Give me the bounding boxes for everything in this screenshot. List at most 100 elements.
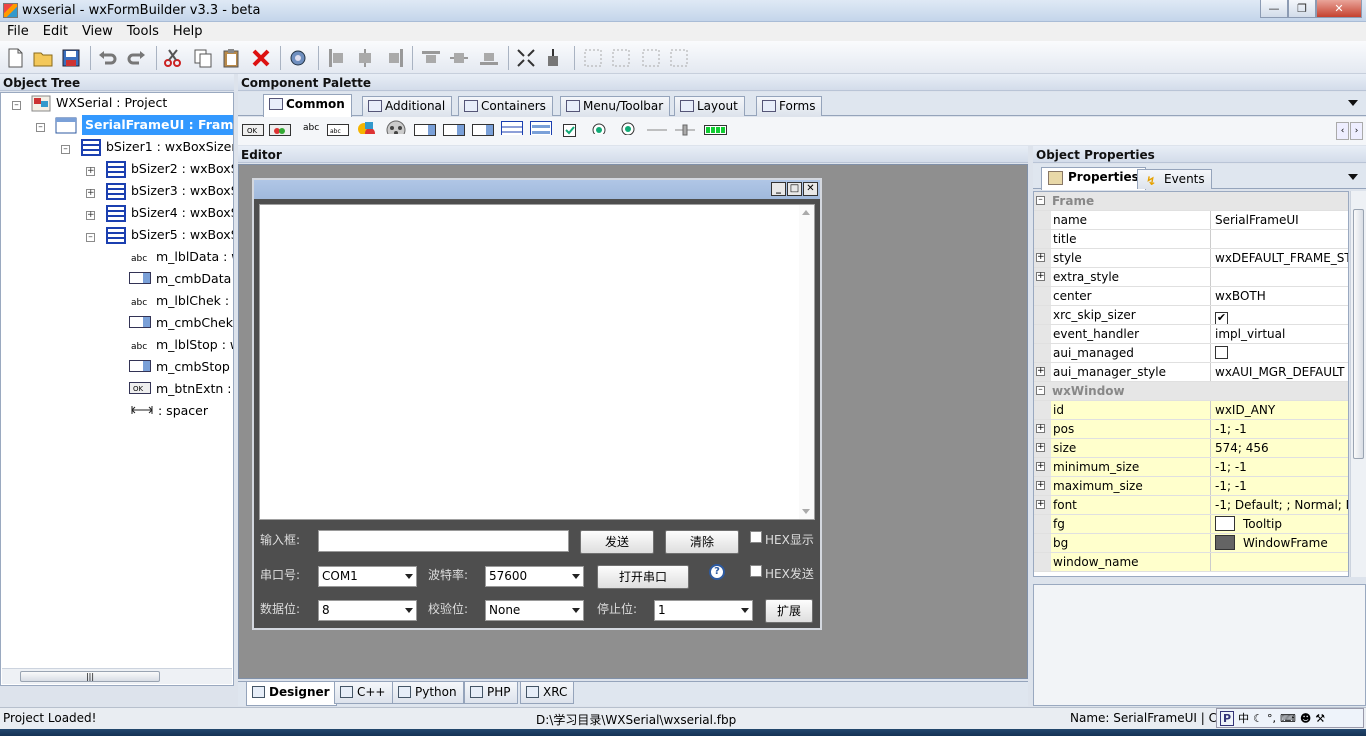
expand-icon[interactable]: + [1036, 481, 1045, 490]
tree-node-cmbstop[interactable]: m_cmbStop : [129, 357, 233, 377]
property-value[interactable] [1210, 553, 1348, 571]
static-bitmap-icon[interactable] [356, 120, 378, 134]
baud-combo[interactable]: 57600 [485, 566, 584, 587]
property-category[interactable]: – Frame [1034, 192, 1348, 211]
menu-help[interactable]: Help [166, 22, 210, 41]
tree-expander[interactable]: + [86, 211, 95, 220]
property-value[interactable] [1210, 230, 1348, 248]
cut-icon[interactable] [162, 47, 184, 69]
property-category[interactable]: – wxWindow [1034, 382, 1348, 401]
tree-expander[interactable]: – [61, 145, 70, 154]
radio-box-icon[interactable] [472, 123, 494, 137]
property-row[interactable]: + aui_manager_style wxAUI_MGR_DEFAULT [1034, 363, 1348, 382]
radio-button-icon[interactable] [590, 120, 608, 134]
slider-icon[interactable] [674, 123, 696, 137]
checked-checkbox[interactable]: ✔ [1215, 312, 1228, 324]
object-tree[interactable]: – WXSerial : Project – SerialFrameUI : F… [0, 92, 234, 686]
property-row[interactable]: title [1034, 230, 1348, 249]
paste-icon[interactable] [220, 47, 242, 69]
tree-expander[interactable]: + [86, 189, 95, 198]
border-left-icon[interactable] [582, 47, 604, 69]
undo-icon[interactable] [96, 47, 118, 69]
menu-view[interactable]: View [75, 22, 120, 41]
align-right-icon[interactable] [384, 47, 406, 69]
property-value[interactable]: -1; -1 [1210, 420, 1348, 438]
expand-icon[interactable] [515, 47, 537, 69]
tree-node-lblchek[interactable]: abcm_lblChek : w [131, 291, 233, 311]
radio-btn-icon[interactable] [620, 121, 636, 135]
expand-icon[interactable]: + [1036, 272, 1045, 281]
expand-icon[interactable]: + [1036, 367, 1045, 376]
tree-node-cmbdata[interactable]: m_cmbData : [129, 269, 233, 289]
property-value[interactable]: wxID_ANY [1210, 401, 1348, 419]
list-ctrl-icon[interactable] [501, 121, 523, 135]
frame-preview[interactable]: _ □ ✕ 输入框: 发送 清除 HEX显示 串口号: COM1 波特率: 57… [252, 178, 822, 630]
tree-expander[interactable]: – [86, 233, 95, 242]
tree-node-bsizer3[interactable]: bSizer3 : wxBoxSi [106, 181, 233, 201]
tree-expander[interactable]: + [86, 167, 95, 176]
tab-forms[interactable]: Forms [756, 96, 823, 116]
property-value[interactable]: -1; -1 [1210, 458, 1348, 476]
property-value[interactable]: wxDEFAULT_FRAME_ST [1210, 249, 1348, 267]
tree-ctrl-icon[interactable] [530, 121, 552, 135]
copy-icon[interactable] [192, 47, 214, 69]
tree-node-project[interactable]: WXSerial : Project [31, 93, 167, 113]
tab-common[interactable]: Common [263, 94, 352, 117]
port-combo[interactable]: COM1 [318, 566, 417, 587]
tab-properties[interactable]: Properties [1041, 167, 1146, 190]
expand-icon[interactable]: + [1036, 443, 1045, 452]
bitmap-button-icon[interactable] [269, 123, 291, 137]
tab-layout[interactable]: Layout [674, 96, 745, 116]
property-value[interactable]: impl_virtual [1210, 325, 1348, 343]
property-value[interactable]: wxBOTH [1210, 287, 1348, 305]
expand-icon[interactable]: + [1036, 462, 1045, 471]
property-row[interactable]: + pos -1; -1 [1034, 420, 1348, 439]
border-right-icon[interactable] [610, 47, 632, 69]
combo-box-icon[interactable] [385, 120, 407, 134]
tree-node-bsizer1[interactable]: bSizer1 : wxBoxSizer [81, 137, 233, 157]
new-project-icon[interactable] [4, 47, 26, 69]
tree-node-lblstop[interactable]: abc m_lblStop : w [131, 335, 233, 355]
stretch-icon[interactable] [544, 47, 566, 69]
static-line-icon[interactable] [646, 123, 668, 137]
data-bits-combo[interactable]: 8 [318, 600, 417, 621]
unchecked-checkbox[interactable] [1215, 346, 1228, 359]
collapse-icon[interactable]: – [1036, 386, 1045, 395]
property-row[interactable]: name SerialFrameUI [1034, 211, 1348, 230]
property-row[interactable]: + extra_style [1034, 268, 1348, 287]
tab-cpp[interactable]: C++ [334, 682, 393, 704]
property-row[interactable]: bg WindowFrame [1034, 534, 1348, 553]
property-value[interactable]: ✔ [1210, 306, 1348, 324]
ime-toolbar[interactable]: P 中 ☾ °, ⌨ ☻ ⚒ [1216, 708, 1364, 728]
hex-send-checkbox[interactable] [750, 565, 762, 577]
property-row[interactable]: center wxBOTH [1034, 287, 1348, 306]
open-project-icon[interactable] [32, 47, 54, 69]
tree-node-bsizer2[interactable]: bSizer2 : wxBoxSi [106, 159, 233, 179]
textarea-scrollbar[interactable] [799, 205, 814, 519]
property-row[interactable]: id wxID_ANY [1034, 401, 1348, 420]
property-row[interactable]: fg Tooltip [1034, 515, 1348, 534]
check-box-icon[interactable] [562, 123, 578, 137]
property-value[interactable] [1210, 268, 1348, 286]
menu-file[interactable]: File [0, 22, 36, 41]
property-value[interactable]: SerialFrameUI [1210, 211, 1348, 229]
align-left-icon[interactable] [326, 47, 348, 69]
tree-expander[interactable]: – [12, 101, 21, 110]
property-row[interactable]: window_name [1034, 553, 1348, 572]
property-row[interactable]: xrc_skip_sizer ✔ [1034, 306, 1348, 325]
save-project-icon[interactable] [60, 47, 82, 69]
tree-node-spacer[interactable]: : spacer [131, 401, 208, 421]
tree-node-bsizer5[interactable]: bSizer5 : wxBoxSi [106, 225, 233, 245]
tab-xrc[interactable]: XRC [520, 682, 575, 704]
property-grid[interactable]: – Frame name SerialFrameUI title + style wxDEFA… [1033, 191, 1349, 577]
tab-containers[interactable]: Containers [458, 96, 553, 116]
tree-node-cmbchek[interactable]: m_cmbChek : [129, 313, 233, 333]
button-widget-icon[interactable]: OK [242, 123, 264, 137]
tab-designer[interactable]: Designer [246, 682, 337, 706]
expand-icon[interactable]: + [1036, 253, 1045, 262]
property-dropdown-icon[interactable] [1348, 174, 1358, 180]
palette-dropdown-icon[interactable] [1348, 100, 1358, 106]
choice-icon[interactable] [414, 123, 436, 137]
tree-node-lbldata[interactable]: abc m_lblData : w [131, 247, 233, 267]
border-bottom-icon[interactable] [668, 47, 690, 69]
